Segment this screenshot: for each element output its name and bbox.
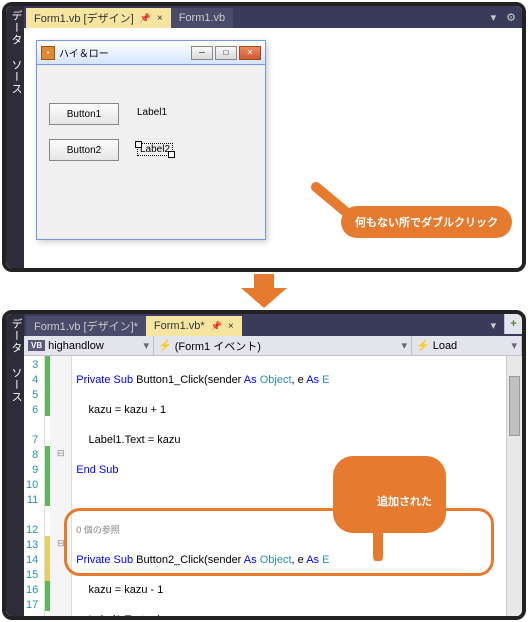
callout-text: 追加された [377,496,432,508]
chevron-down-icon[interactable]: ▾ [511,339,517,352]
nav-member-text: Load [433,340,457,352]
gear-icon[interactable]: ⚙ [500,11,522,24]
button2-control[interactable]: Button2 [49,139,119,161]
side-rail[interactable]: データ ソース サーバー エクスプローラー ツールボックス [6,6,24,268]
split-plus-icon[interactable]: + [504,314,522,334]
bolt-icon: ⚡ [416,339,430,352]
tab-code[interactable]: Form1.vb [171,8,233,28]
close-icon[interactable]: × [228,321,234,332]
form-icon: ▪ [41,46,55,60]
side-rail[interactable]: データ ソース サーバー エクスプローラー ツールボックス [6,314,24,616]
transition-arrow-icon [0,274,528,308]
callout-doubleclick: 何もない所でダブルクリック [341,206,512,238]
tab-designer[interactable]: Form1.vb [デザイン] 📌 × [26,8,171,28]
button1-control[interactable]: Button1 [49,103,119,125]
fold-icon[interactable]: ⊟ [50,446,71,461]
minimize-icon[interactable]: ─ [191,46,213,60]
bolt-icon: ⚡ [158,339,172,352]
tab-overflow-icon[interactable]: ▾ [487,319,501,332]
close-window-icon[interactable]: ✕ [239,46,261,60]
panel-designer: データ ソース サーバー エクスプローラー ツールボックス Form1.vb [… [2,2,526,272]
tab-overflow-icon[interactable]: ▾ [487,11,501,24]
chevron-down-icon[interactable]: ▾ [143,339,149,352]
form-titlebar: ▪ ハイ＆ロー ─ □ ✕ [37,41,265,65]
nav-events[interactable]: ⚡ (Form1 イベント) ▾ [154,336,412,355]
rail-datasource[interactable]: データ ソース [8,318,24,612]
form-title-text: ハイ＆ロー [59,45,191,60]
form-client-area[interactable]: Button1 Label1 Button2 Label2 [37,65,265,239]
panel-code-editor: データ ソース サーバー エクスプローラー ツールボックス Form1.vb [… [2,310,526,620]
nav-scope-text: highandlow [48,340,104,352]
label2-control-selected[interactable]: Label2 [137,143,173,156]
outline-gutter[interactable]: ⊟ ⊟ [50,356,72,616]
rail-datasource[interactable]: データ ソース [8,10,24,264]
code-editor[interactable]: 3456 7891011 121314151617 ⊟ ⊟ Private Su… [24,356,522,616]
callout-text: 何もない所でダブルクリック [355,217,498,229]
code-text[interactable]: Private Sub Button1_Click(sender As Obje… [72,356,506,616]
tab-strip-bot: Form1.vb [デザイン]* Form1.vb* 📌 × ▾ ⚙ [24,314,522,336]
label1-control[interactable]: Label1 [137,107,167,118]
tab-designer[interactable]: Form1.vb [デザイン]* [26,316,146,336]
line-numbers: 3456 7891011 121314151617 [24,356,45,616]
tab-label: Form1.vb [デザイン]* [34,318,138,334]
vb-badge-icon: VB [28,340,45,351]
vertical-scrollbar[interactable] [506,356,522,616]
fold-icon[interactable]: ⊟ [50,536,71,551]
nav-scope[interactable]: VB highandlow ▾ [24,336,154,355]
scrollbar-thumb[interactable] [509,376,520,436]
chevron-down-icon[interactable]: ▾ [401,339,407,352]
tab-code[interactable]: Form1.vb* 📌 × [146,316,242,336]
close-icon[interactable]: × [157,13,163,24]
form-preview[interactable]: ▪ ハイ＆ロー ─ □ ✕ Button1 Label1 Button2 Lab… [36,40,266,240]
designer-surface[interactable]: ▪ ハイ＆ロー ─ □ ✕ Button1 Label1 Button2 Lab… [24,28,522,268]
tab-strip-top: Form1.vb [デザイン] 📌 × Form1.vb ▾ ⚙ [24,6,522,28]
pin-icon[interactable]: 📌 [211,321,222,332]
nav-member[interactable]: ⚡ Load ▾ [412,336,522,355]
tab-label: Form1.vb* [154,320,205,332]
code-nav-bar: VB highandlow ▾ ⚡ (Form1 イベント) ▾ ⚡ Load … [24,336,522,356]
tab-label: Form1.vb [デザイン] [34,10,134,26]
nav-events-text: (Form1 イベント) [175,338,261,354]
maximize-icon[interactable]: □ [215,46,237,60]
pin-icon[interactable]: 📌 [140,13,151,24]
tab-label: Form1.vb [179,12,225,24]
callout-added: 追加された [333,456,446,533]
